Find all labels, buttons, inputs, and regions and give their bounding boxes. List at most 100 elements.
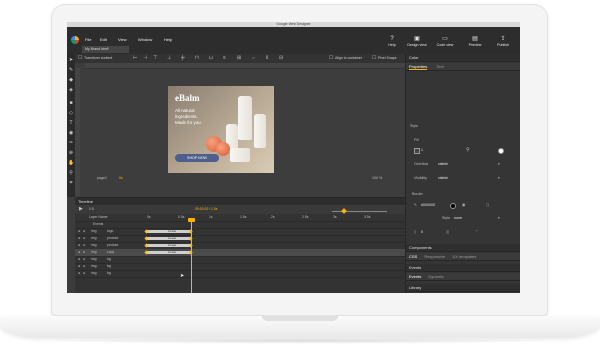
components-panel-header[interactable]: Components	[406, 244, 520, 252]
lock-icon[interactable]: ●	[83, 243, 85, 247]
fill-color-swatch[interactable]	[498, 148, 504, 154]
fill-dropper-icon[interactable]: ⚲	[466, 147, 470, 153]
document-tab[interactable]: My Brand.html*	[82, 46, 129, 53]
tag-tool-icon[interactable]: ◇	[68, 110, 74, 116]
visibility-eye-icon[interactable]: ●	[78, 236, 80, 240]
timeline-zoom-slider[interactable]	[332, 211, 387, 212]
border-side-icon[interactable]: ▣	[462, 203, 465, 207]
border-link-icon[interactable]: ▢	[486, 203, 489, 207]
play-icon[interactable]: ▶	[79, 206, 83, 212]
border-radius-icon[interactable]: ◰	[446, 230, 449, 234]
lock-icon[interactable]: ●	[83, 250, 85, 254]
preview-button[interactable]: ▤ Preview	[463, 35, 487, 47]
border-pen-icon[interactable]: ✎	[414, 203, 417, 207]
tab-dynamic[interactable]: Dynamic	[428, 274, 444, 279]
match-width-icon[interactable]: ⇔	[251, 55, 256, 61]
tab-css[interactable]: CSS	[409, 254, 417, 259]
lock-icon[interactable]: ●	[83, 264, 85, 268]
keyframe[interactable]	[144, 250, 149, 255]
visibility-eye-icon[interactable]: ●	[78, 264, 80, 268]
visibility-dropdown-icon[interactable]: ▾	[498, 176, 500, 180]
tab-responsive[interactable]: Responsive	[424, 254, 445, 259]
distribute-v-icon[interactable]: ≡	[223, 55, 226, 61]
color-panel-header[interactable]: Color	[406, 54, 520, 62]
pixel-snaps-checkbox-icon[interactable]: ☐	[372, 55, 376, 61]
playhead-line[interactable]	[191, 220, 192, 293]
timeline-layer-row[interactable]: ● ● img bg	[75, 270, 405, 278]
layer-name[interactable]: product	[107, 236, 118, 240]
library-panel-header[interactable]: Library	[406, 284, 520, 292]
visibility-eye-icon[interactable]: ●	[78, 271, 80, 275]
publish-button[interactable]: ⇪ Publish	[491, 35, 515, 47]
lock-icon[interactable]: ●	[83, 271, 85, 275]
layer-name[interactable]: logo	[107, 229, 113, 233]
layer-name[interactable]: bg	[107, 271, 111, 275]
fill-value[interactable]: 1	[421, 148, 423, 152]
time-readout[interactable]: 0.5	[89, 207, 94, 211]
menu-view[interactable]: View	[118, 37, 127, 42]
menu-file[interactable]: File	[85, 37, 91, 42]
border-style-dropdown-icon[interactable]: ▾	[498, 216, 500, 220]
keyframe[interactable]	[144, 236, 149, 241]
layer-name[interactable]: copy	[107, 250, 114, 254]
selection-tool-icon[interactable]: ➤	[68, 57, 74, 63]
transform-content-label[interactable]: Transform content	[84, 56, 112, 60]
overflow-dropdown-icon[interactable]: ▾	[498, 162, 500, 166]
keyframe[interactable]	[144, 243, 149, 248]
border-color-value[interactable]: #000000	[421, 203, 435, 207]
visibility-eye-icon[interactable]: ●	[78, 229, 80, 233]
brush-tool-icon[interactable]: ◈	[68, 87, 74, 93]
help-button[interactable]: ? Help	[380, 35, 404, 47]
align-container-checkbox-icon[interactable]: ☐	[329, 55, 333, 61]
keyframe[interactable]	[144, 229, 149, 234]
layer-name[interactable]: bg	[107, 257, 111, 261]
3d-rotation-icon[interactable]: ⊕	[68, 150, 74, 156]
timeline-header[interactable]: Timeline	[75, 198, 405, 205]
align-right-icon[interactable]: ⊤	[153, 55, 157, 61]
layer-name[interactable]: product	[107, 243, 118, 247]
layer-name[interactable]: bg	[107, 264, 111, 268]
tab-text[interactable]: Text	[436, 64, 443, 69]
lock-icon[interactable]: ●	[83, 236, 85, 240]
pen-tool-icon[interactable]: ✎	[68, 67, 74, 73]
match-height-icon[interactable]: ⇕	[265, 55, 269, 61]
visibility-eye-icon[interactable]: ●	[78, 243, 80, 247]
page-label[interactable]: page1	[97, 176, 107, 180]
shop-now-button[interactable]: SHOP NOW	[175, 154, 219, 162]
tab-properties[interactable]: Properties	[409, 64, 428, 70]
border-style-value[interactable]: none	[454, 216, 462, 220]
border-width-value[interactable]: 0	[421, 230, 423, 234]
align-top-icon[interactable]: ⊥	[167, 55, 171, 61]
visibility-eye-icon[interactable]: ●	[78, 250, 80, 254]
hand-tool-icon[interactable]: ✋	[68, 160, 74, 166]
paint-bucket-icon[interactable]: ◉	[68, 130, 74, 136]
text-tool-icon[interactable]: T	[68, 120, 74, 126]
border-corner-icon[interactable]: ⌜	[476, 230, 478, 234]
fill-swatch[interactable]	[414, 148, 420, 154]
events-panel-header[interactable]: Events	[406, 264, 520, 272]
color-picker-icon[interactable]: ✑	[68, 140, 74, 146]
visibility-eye-icon[interactable]: ●	[78, 257, 80, 261]
pixel-snaps-label[interactable]: Pixel Snaps	[378, 56, 396, 60]
lock-icon[interactable]: ●	[83, 229, 85, 233]
menu-edit[interactable]: Edit	[100, 37, 107, 42]
design-view-button[interactable]: ▣ Design view	[405, 35, 429, 47]
ad-banner[interactable]: eBalm All natural ingredients. Made for …	[168, 86, 274, 173]
zoom-tool-icon[interactable]: ⚲	[68, 170, 74, 176]
align-middle-icon[interactable]: ╪	[181, 55, 185, 61]
zoom-level[interactable]: 100 %	[372, 176, 382, 180]
crop-tool-icon[interactable]: ⌗	[68, 180, 74, 186]
menu-window[interactable]: Window	[138, 37, 152, 42]
tab-events[interactable]: Events	[409, 274, 421, 279]
shape-tool-icon[interactable]: ■	[68, 100, 74, 106]
align-left-icon[interactable]: ⊢	[133, 55, 137, 61]
distribute-h-icon[interactable]: ⊔	[209, 55, 213, 61]
fill-tool-icon[interactable]: ◆	[68, 77, 74, 83]
visibility-value[interactable]: visible	[438, 176, 448, 180]
align-container-label[interactable]: Align to container	[335, 56, 362, 60]
menu-help[interactable]: Help	[164, 37, 172, 42]
size-icon[interactable]: ⊞	[237, 55, 241, 61]
align-bottom-icon[interactable]: ⊓	[195, 55, 199, 61]
border-color-swatch[interactable]	[450, 203, 456, 209]
grid-icon[interactable]: ⊟	[279, 55, 283, 61]
